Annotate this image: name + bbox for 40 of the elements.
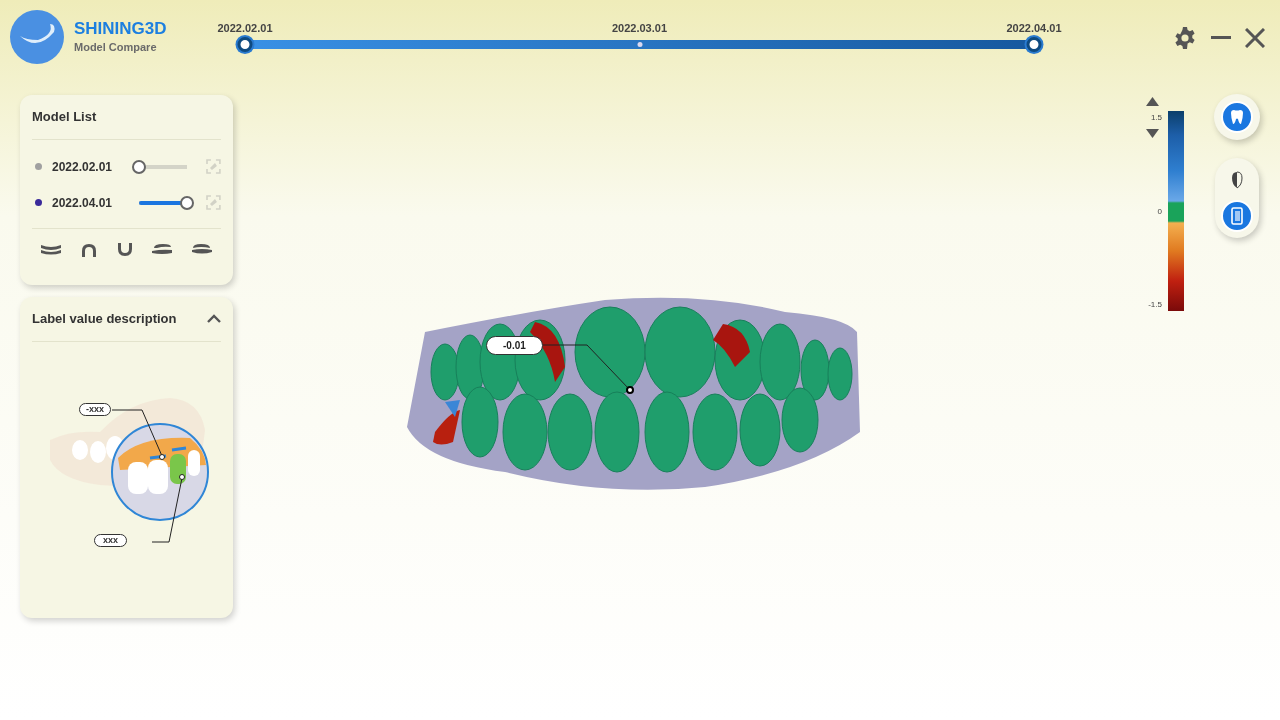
slider-thumb[interactable] <box>132 159 147 174</box>
measurement-label: -0.01 <box>486 336 543 355</box>
tooth-view-button[interactable] <box>1221 101 1253 133</box>
upper-arch-icon[interactable] <box>79 242 98 257</box>
panel-title: Label value description <box>32 310 177 328</box>
scale-label: 0 <box>1157 206 1162 218</box>
brand-name: SHINING3D <box>74 18 167 39</box>
half-tooth-icon <box>1231 171 1243 189</box>
callout-label: xxx <box>94 533 128 547</box>
timeline-track[interactable] <box>237 37 1042 52</box>
model-date: 2022.04.01 <box>51 194 113 212</box>
collapse-chevron-icon[interactable] <box>207 314 221 324</box>
jaw-side-icon[interactable] <box>191 242 213 255</box>
leader-line <box>112 408 166 461</box>
timeline-marker[interactable] <box>237 37 253 52</box>
panel-title: Model List <box>32 95 221 140</box>
scale-down-arrow-icon[interactable] <box>1146 129 1159 138</box>
timeline-date: 2022.03.01 <box>611 21 668 36</box>
scale-label: -1.5 <box>1148 299 1162 311</box>
jaw-side-icon[interactable] <box>151 242 174 255</box>
slider-thumb[interactable] <box>180 195 195 210</box>
logo-icon <box>10 10 64 64</box>
tooth-icon <box>1230 109 1244 125</box>
timeline-date: 2022.04.01 <box>1006 21 1062 36</box>
leader-line <box>152 472 186 543</box>
model-date: 2022.02.01 <box>51 158 113 176</box>
lower-arch-icon[interactable] <box>115 242 134 257</box>
timeline-marker[interactable] <box>1026 37 1042 52</box>
close-icon[interactable] <box>1245 28 1265 48</box>
timeline-marker[interactable] <box>637 42 642 47</box>
timeline-date: 2022.02.01 <box>217 21 273 36</box>
mobile-view-button[interactable] <box>1221 200 1253 232</box>
minimize-icon[interactable] <box>1211 36 1231 40</box>
jaw-icon[interactable] <box>40 242 62 255</box>
phone-icon <box>1231 207 1243 225</box>
scale-label: 1.5 <box>1150 112 1162 124</box>
app-subtitle: Model Compare <box>74 39 158 55</box>
scale-up-arrow-icon[interactable] <box>1146 97 1159 106</box>
settings-icon[interactable] <box>1173 26 1197 50</box>
callout-label: -xxx <box>79 402 111 416</box>
